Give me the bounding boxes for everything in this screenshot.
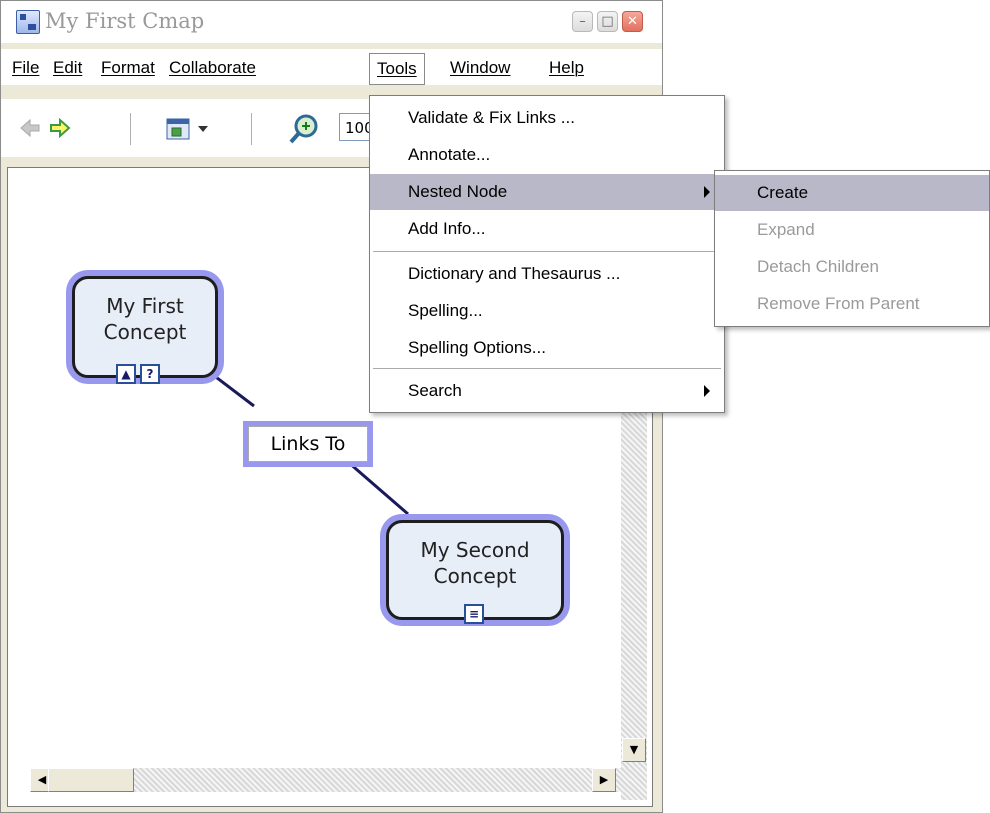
concept-label: My Second Concept — [420, 538, 530, 588]
window-title: My First Cmap — [45, 9, 205, 33]
forward-arrow-icon[interactable] — [49, 118, 71, 138]
submenu-item-remove-from-parent[interactable]: Remove From Parent — [715, 286, 989, 322]
menu-item-search[interactable]: Search — [370, 373, 724, 409]
menu-item-label: Search — [408, 381, 462, 400]
menu-format[interactable]: Format — [94, 53, 162, 83]
close-icon: ✕ — [627, 14, 638, 29]
menu-separator — [373, 368, 721, 369]
menu-help[interactable]: Help — [542, 53, 591, 83]
menu-file[interactable]: File — [5, 53, 46, 83]
nested-node-submenu: Create Expand Detach Children Remove Fro… — [714, 170, 990, 327]
scroll-right-button[interactable]: ▶ — [592, 768, 616, 792]
menu-separator — [373, 251, 721, 252]
submenu-arrow-icon — [704, 385, 710, 397]
scroll-down-button[interactable]: ▼ — [622, 738, 646, 762]
menu-item-annotate[interactable]: Annotate... — [370, 137, 724, 173]
image-resource-icon[interactable]: ▲ — [116, 364, 136, 384]
view-options-icon[interactable] — [164, 115, 192, 143]
menu-item-validate-fix-links[interactable]: Validate & Fix Links ... — [370, 100, 724, 136]
chevron-down-icon[interactable] — [197, 125, 209, 133]
back-arrow-icon[interactable] — [19, 118, 41, 138]
close-button[interactable]: ✕ — [622, 11, 643, 32]
menu-edit[interactable]: Edit — [46, 53, 89, 83]
menu-window[interactable]: Window — [443, 53, 517, 83]
menu-tools[interactable]: Tools — [369, 53, 425, 85]
menu-item-nested-node[interactable]: Nested Node — [370, 174, 724, 210]
menu-item-spelling-options[interactable]: Spelling Options... — [370, 330, 724, 366]
toolbar-separator — [251, 113, 252, 145]
menu-bar: File Edit Format Collaborate Tools Windo… — [1, 49, 662, 85]
minimize-icon: – — [579, 14, 586, 29]
horizontal-scroll-thumb[interactable] — [48, 768, 134, 792]
help-resource-icon[interactable]: ? — [140, 364, 160, 384]
submenu-item-expand[interactable]: Expand — [715, 212, 989, 248]
zoom-in-icon[interactable] — [288, 113, 320, 145]
toolbar-separator — [130, 113, 131, 145]
menu-item-add-info[interactable]: Add Info... — [370, 211, 724, 247]
submenu-arrow-icon — [704, 186, 710, 198]
menu-collaborate[interactable]: Collaborate — [162, 53, 263, 83]
menu-item-label: Nested Node — [408, 182, 508, 201]
title-bar[interactable]: My First Cmap – □ ✕ — [1, 1, 662, 43]
menu-item-spelling[interactable]: Spelling... — [370, 293, 724, 329]
maximize-icon: □ — [601, 14, 614, 29]
linking-phrase[interactable]: Links To — [248, 426, 368, 462]
concept-label: My First Concept — [103, 294, 187, 344]
submenu-item-create[interactable]: Create — [715, 175, 989, 211]
maximize-button[interactable]: □ — [597, 11, 618, 32]
document-resource-icon[interactable]: ≡ — [464, 604, 484, 624]
menu-item-dictionary-thesaurus[interactable]: Dictionary and Thesaurus ... — [370, 256, 724, 292]
concept-node[interactable]: My First Concept — [72, 276, 218, 378]
minimize-button[interactable]: – — [572, 11, 593, 32]
cmap-app-icon[interactable] — [16, 10, 40, 34]
submenu-item-detach-children[interactable]: Detach Children — [715, 249, 989, 285]
tools-menu-dropdown: Validate & Fix Links ... Annotate... Nes… — [369, 95, 725, 413]
